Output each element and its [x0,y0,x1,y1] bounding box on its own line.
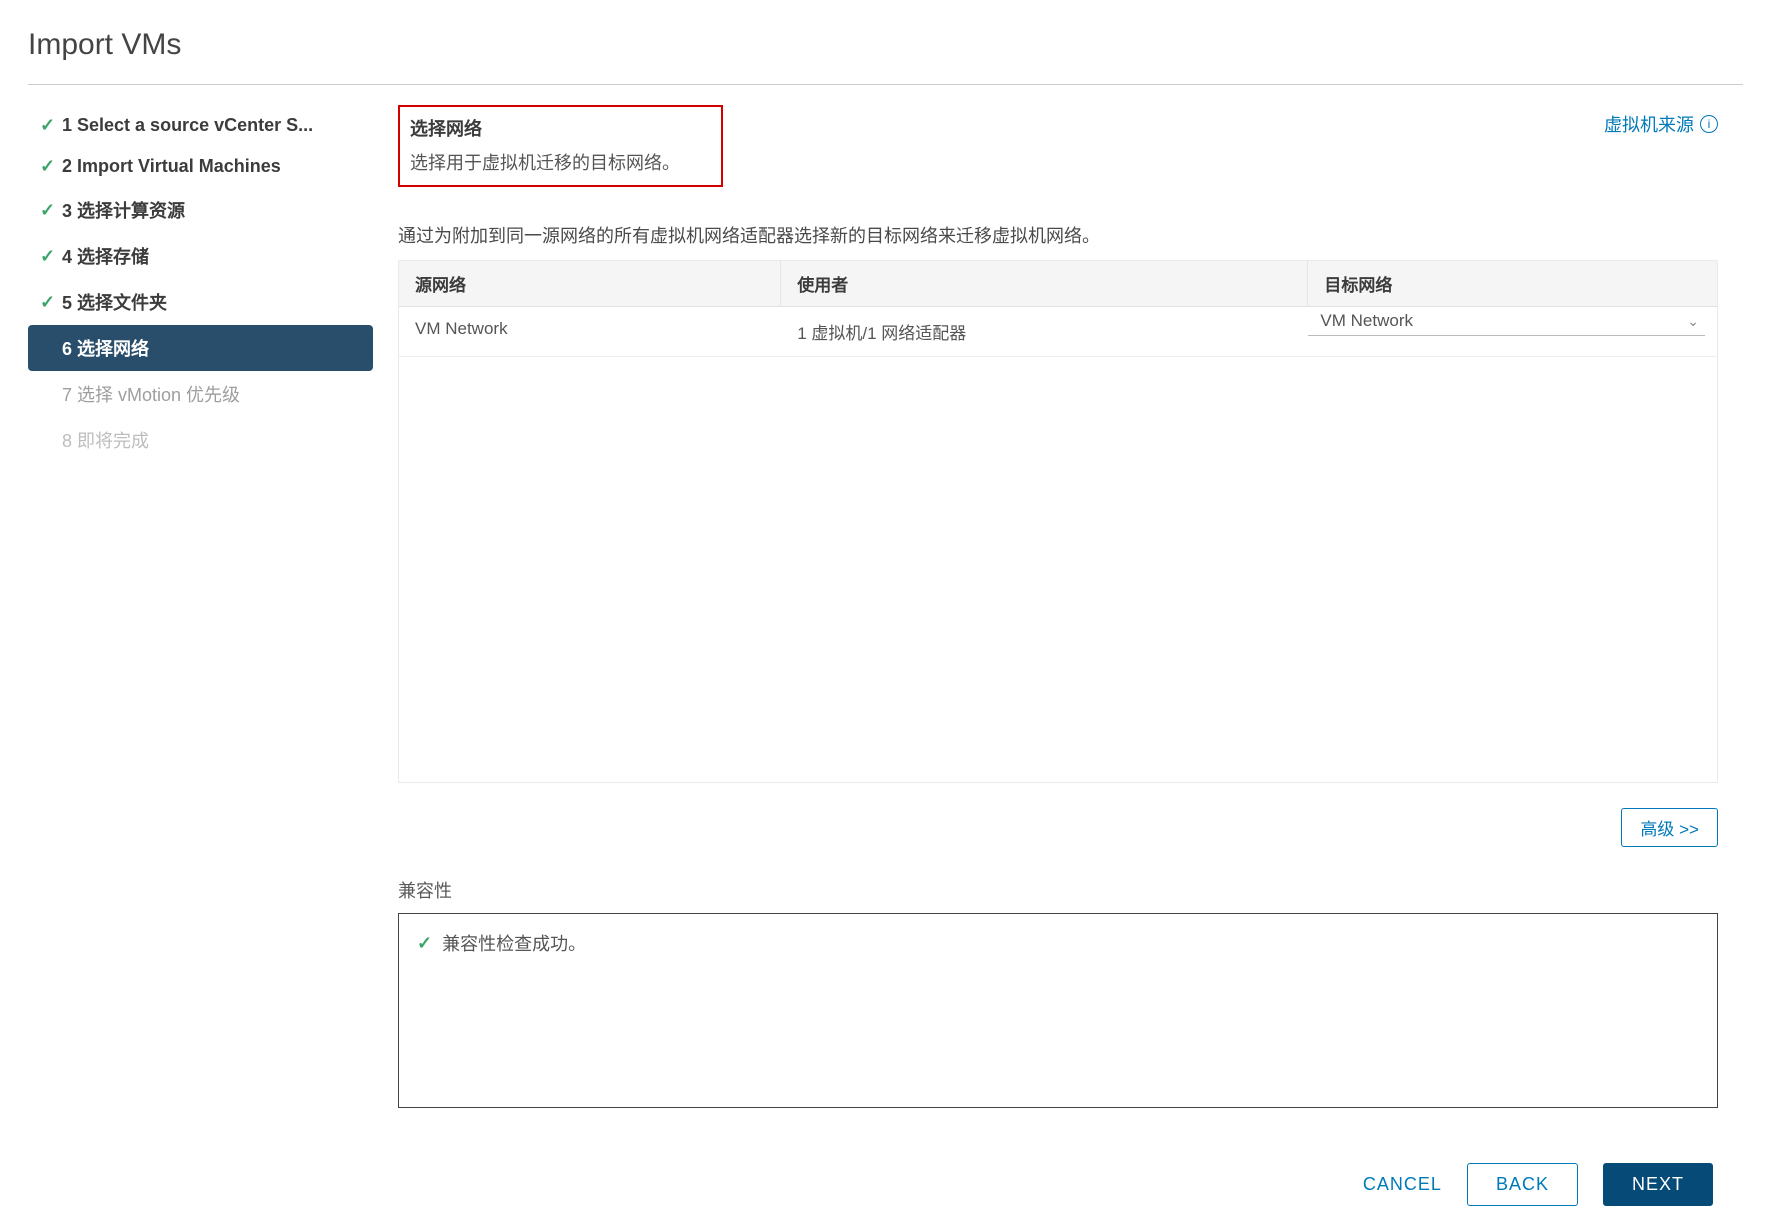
step-7: 7 选择 vMotion 优先级 [28,371,373,417]
check-icon: ✓ [40,292,62,313]
step-label: 1 Select a source vCenter S... [62,115,313,136]
cell-used-by: 1 虚拟机/1 网络适配器 [781,307,1308,356]
network-mapping-table: 源网络 使用者 目标网络 VM Network 1 虚拟机/1 网络适配器 VM… [398,260,1718,783]
table-body[interactable]: VM Network 1 虚拟机/1 网络适配器 VM Network ⌄ [399,307,1717,782]
vm-source-link[interactable]: 虚拟机来源 i [1604,111,1718,137]
advanced-button[interactable]: 高级 >> [1621,808,1718,847]
step-1[interactable]: ✓ 1 Select a source vCenter S... [28,105,373,146]
highlight-annotation: 选择网络 选择用于虚拟机迁移的目标网络。 [398,105,723,187]
advanced-row: 高级 >> [398,808,1718,847]
wizard-footer: CANCEL BACK NEXT [398,1163,1718,1206]
info-icon: i [1700,115,1718,133]
col-used-by: 使用者 [781,261,1308,306]
step-4[interactable]: ✓ 4 选择存储 [28,233,373,279]
wizard-main-panel: 选择网络 选择用于虚拟机迁移的目标网络。 虚拟机来源 i 通过为附加到同一源网络… [373,105,1743,1206]
step-label: 7 选择 vMotion 优先级 [62,381,240,407]
step-label: 8 即将完成 [62,427,149,453]
step-label: 5 选择文件夹 [62,289,167,315]
step-label: 3 选择计算资源 [62,197,185,223]
step-label: 4 选择存储 [62,243,149,269]
panel-header-row: 选择网络 选择用于虚拟机迁移的目标网络。 虚拟机来源 i [398,105,1718,187]
check-icon: ✓ [40,156,62,177]
col-source-network: 源网络 [399,261,781,306]
panel-subtitle: 选择用于虚拟机迁移的目标网络。 [410,149,709,175]
compatibility-label: 兼容性 [398,877,1718,903]
step-label: 2 Import Virtual Machines [62,156,281,177]
table-header: 源网络 使用者 目标网络 [399,261,1717,307]
dest-network-dropdown[interactable]: VM Network ⌄ [1308,311,1705,336]
cancel-button[interactable]: CANCEL [1363,1174,1442,1195]
dialog-title: Import VMs [28,28,1743,85]
step-3[interactable]: ✓ 3 选择计算资源 [28,187,373,233]
compatibility-result: ✓ 兼容性检查成功。 [417,930,1699,956]
instruction-text: 通过为附加到同一源网络的所有虚拟机网络适配器选择新的目标网络来迁移虚拟机网络。 [398,222,1718,248]
step-8: 8 即将完成 [28,417,373,463]
step-label: 6 选择网络 [62,335,149,361]
back-button[interactable]: BACK [1467,1163,1578,1206]
dropdown-value: VM Network [1320,311,1413,331]
vm-source-link-text: 虚拟机来源 [1604,111,1694,137]
wizard-steps-sidebar: ✓ 1 Select a source vCenter S... ✓ 2 Imp… [28,105,373,1206]
check-icon: ✓ [40,246,62,267]
check-icon: ✓ [40,115,62,136]
step-6-active[interactable]: 6 选择网络 [28,325,373,371]
cell-source-network: VM Network [399,307,781,356]
step-5[interactable]: ✓ 5 选择文件夹 [28,279,373,325]
check-icon: ✓ [417,933,432,954]
panel-title: 选择网络 [410,115,709,141]
next-button[interactable]: NEXT [1603,1163,1713,1206]
compatibility-message: 兼容性检查成功。 [442,930,586,956]
wizard-body: ✓ 1 Select a source vCenter S... ✓ 2 Imp… [28,105,1743,1206]
cell-dest-network: VM Network ⌄ [1308,307,1717,356]
col-dest-network: 目标网络 [1308,261,1717,306]
chevron-down-icon: ⌄ [1687,313,1699,330]
step-2[interactable]: ✓ 2 Import Virtual Machines [28,146,373,187]
compatibility-box: ✓ 兼容性检查成功。 [398,913,1718,1108]
check-icon: ✓ [40,200,62,221]
table-row: VM Network 1 虚拟机/1 网络适配器 VM Network ⌄ [399,307,1717,357]
